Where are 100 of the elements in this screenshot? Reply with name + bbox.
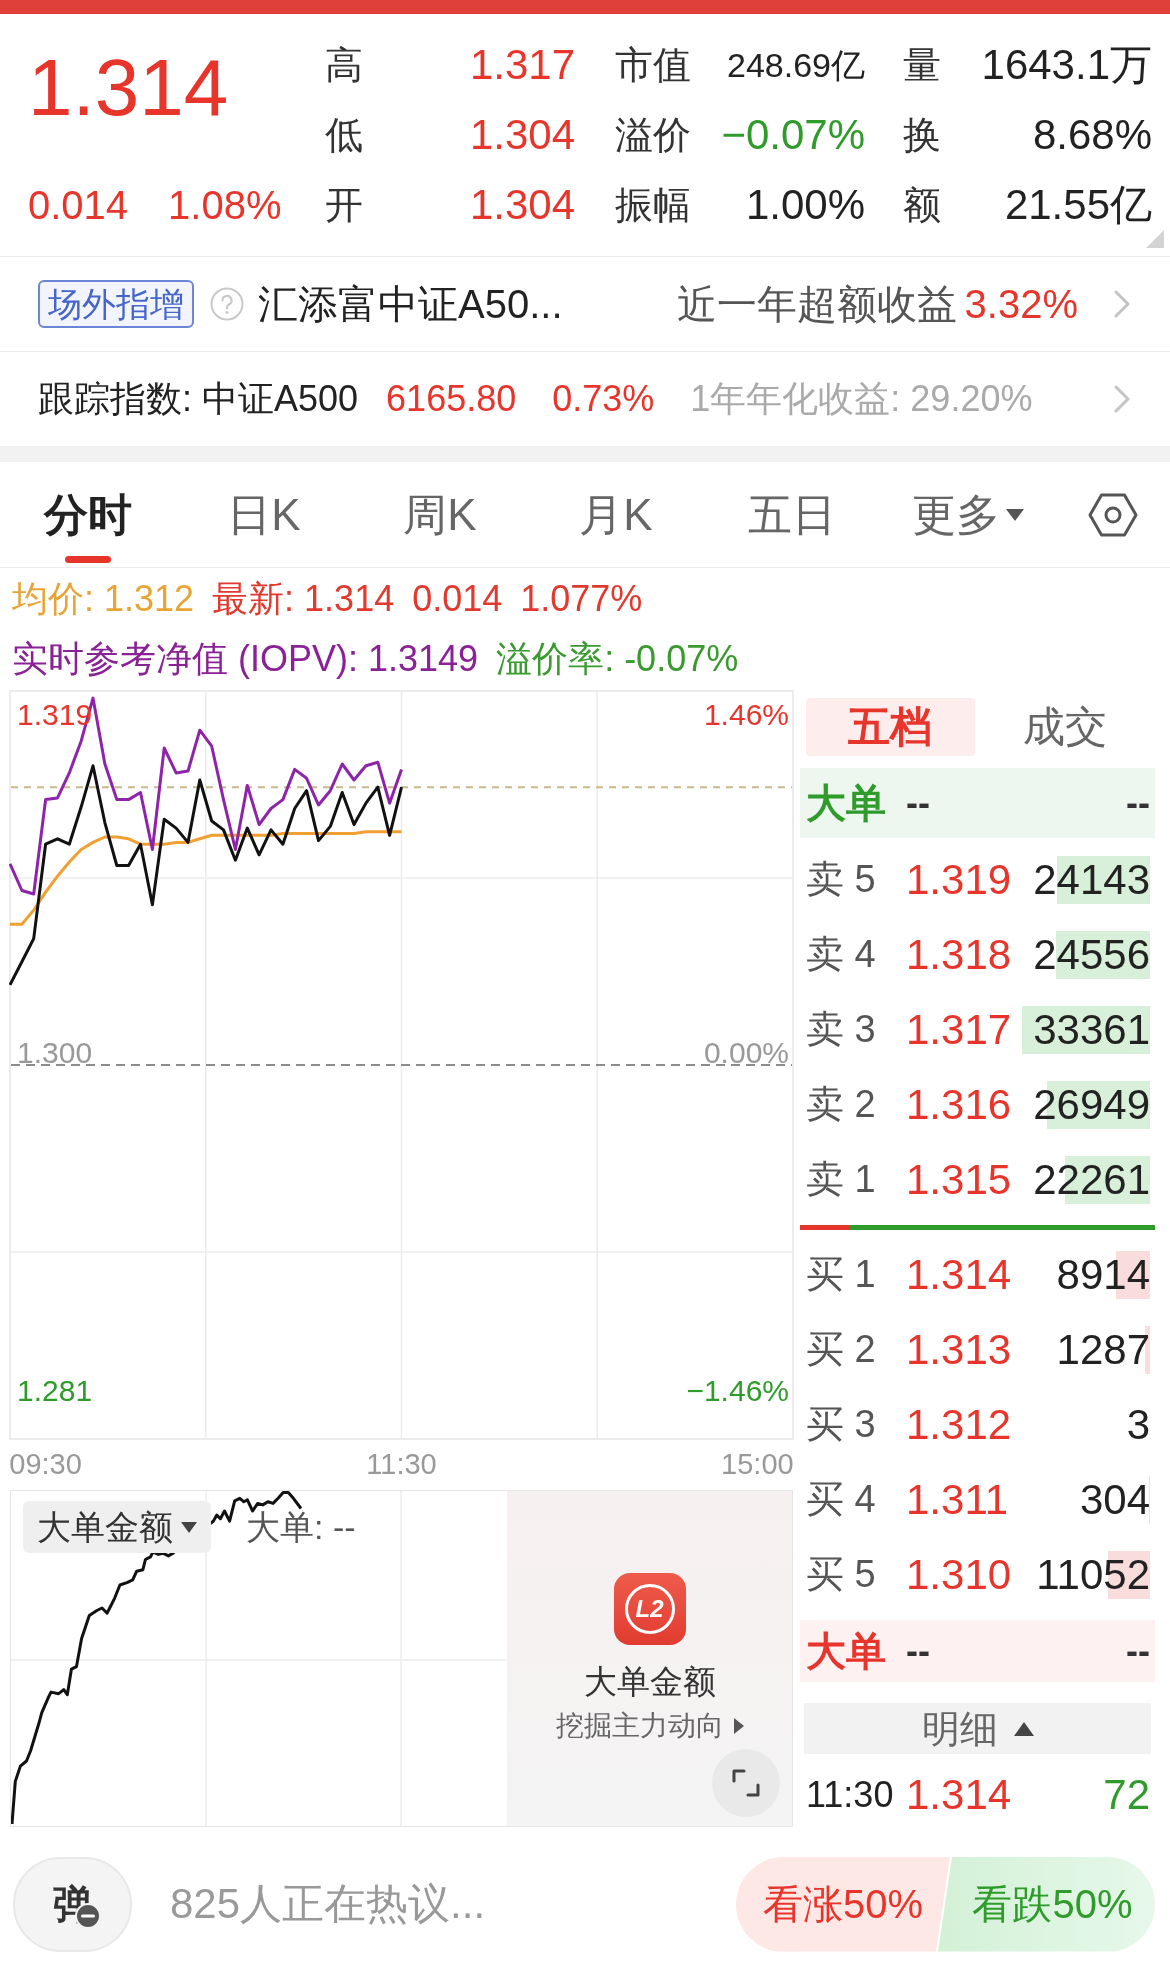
stat-value: 1.00% (745, 184, 865, 226)
trade-price: 1.314 (906, 1774, 1012, 1816)
large-order-amount: -- (1126, 1633, 1150, 1669)
fund-name: 汇添富中证A50... (258, 284, 563, 324)
stat-value: 1.317 (469, 44, 575, 86)
chart-tab[interactable]: 五日 (704, 462, 880, 567)
index-value: 6165.80 (386, 381, 517, 417)
trade-time: 11:30 (806, 1773, 894, 1815)
iopv-value: 实时参考净值 (IOPV): 1.3149 (12, 641, 479, 677)
stat-value: 21.55亿 (1004, 184, 1152, 226)
bullish-vote-button[interactable]: 看涨50% (736, 1856, 950, 1952)
level-label: 买 5 (806, 1553, 876, 1595)
time-label: 11:30 (366, 1448, 437, 1480)
index-change: 0.73% (552, 381, 655, 417)
axis-label: −1.46% (686, 1374, 789, 1408)
annual-return: 1年年化收益: 29.20% (690, 381, 1033, 417)
tracking-index-label: 跟踪指数: 中证A500 (38, 381, 359, 417)
percent-change: 1.08% (168, 185, 282, 225)
excess-return-label: 近一年超额收益 (676, 284, 957, 324)
level-label: 买 3 (806, 1403, 876, 1445)
percent-change: 1.077% (520, 581, 643, 617)
stat-label: 额 (903, 186, 941, 224)
corner-brackets-icon (732, 1769, 760, 1797)
l2-logo: L2 (613, 1573, 686, 1645)
detail-toggle[interactable]: 明细 (804, 1703, 1151, 1754)
selected-tab-indicator (65, 556, 111, 563)
corner-triangle-icon (1146, 230, 1164, 248)
stat-label: 高 (325, 46, 363, 84)
axis-label: 0.00% (703, 1036, 789, 1070)
promo-link[interactable]: 挖掘主力动向 (555, 1712, 744, 1740)
excess-return-value: 3.32% (964, 284, 1078, 324)
promo-title: 大单金额 (583, 1665, 716, 1698)
level-label: 卖 2 (806, 1083, 876, 1125)
chart-tab[interactable]: 周K (352, 462, 528, 567)
latest-price: 最新: 1.314 (212, 581, 395, 617)
level-price: 1.312 (906, 1403, 1012, 1446)
level-label: 买 4 (806, 1478, 876, 1520)
large-order-value: -- (906, 785, 930, 821)
stat-value: 1.304 (469, 114, 575, 156)
triangle-up-icon (1013, 1721, 1034, 1736)
chevron-right-icon (1114, 290, 1130, 318)
stat-label: 量 (903, 46, 941, 84)
price-change: 0.014 (412, 581, 503, 617)
level-label: 卖 3 (806, 1008, 876, 1050)
stat-value: 8.68% (1032, 114, 1152, 156)
indicator-dropdown[interactable]: 大单金额 (23, 1501, 211, 1553)
large-order-label: 大单 (806, 780, 886, 825)
stat-value: 248.69亿 (727, 48, 865, 82)
stat-label: 开 (325, 186, 363, 224)
bearish-vote-button[interactable]: 看跌50% (938, 1856, 1155, 1952)
current-price: 1.314 (28, 48, 229, 128)
stat-label: 溢价 (615, 116, 691, 154)
chart-tab[interactable]: 月K (528, 462, 704, 567)
level-price: 1.318 (906, 933, 1012, 976)
level-price: 1.314 (906, 1253, 1012, 1296)
stat-value: −0.07% (721, 114, 865, 156)
stat-label: 换 (903, 116, 941, 154)
level-label: 买 1 (806, 1253, 876, 1295)
settings-icon[interactable] (1088, 492, 1138, 537)
caret-down-icon (1006, 508, 1024, 521)
order-book-tab[interactable]: 五档 (806, 698, 975, 756)
level-label: 卖 4 (806, 933, 876, 975)
premium-rate: 溢价率: -0.07% (496, 641, 739, 677)
trade-volume: 72 (1103, 1774, 1150, 1816)
chevron-right-icon (1114, 385, 1130, 413)
large-order-reading: 大单: -- (246, 1510, 356, 1544)
level-price: 1.310 (906, 1553, 1012, 1596)
level-price: 1.317 (906, 1008, 1012, 1051)
level-price: 1.316 (906, 1083, 1012, 1126)
level-price: 1.319 (906, 858, 1012, 901)
axis-label: 1.300 (17, 1036, 93, 1070)
level-label: 买 2 (806, 1328, 876, 1370)
stat-label: 振幅 (615, 186, 691, 224)
time-label: 09:30 (9, 1448, 82, 1480)
price-change: 0.014 (28, 185, 129, 225)
more-menu-tab[interactable]: 更多 (880, 462, 1056, 567)
stat-label: 低 (325, 116, 363, 154)
level-price: 1.311 (906, 1478, 1008, 1521)
level-label: 卖 1 (806, 1158, 876, 1200)
level-price: 1.313 (906, 1328, 1012, 1371)
order-book-tab[interactable]: 成交 (980, 698, 1149, 756)
level-label: 卖 5 (806, 858, 876, 900)
stat-value: 1643.1万 (981, 44, 1152, 86)
large-order-amount: -- (1126, 785, 1150, 821)
level-price: 1.315 (906, 1158, 1012, 1201)
stat-label: 市值 (615, 46, 691, 84)
axis-label: 1.281 (17, 1374, 93, 1408)
chart-tab[interactable]: 日K (176, 462, 352, 567)
stat-value: 1.304 (469, 184, 575, 226)
caret-right-icon (733, 1718, 744, 1734)
large-order-label: 大单 (806, 1628, 886, 1673)
large-order-value: -- (906, 1633, 930, 1669)
chart-tab[interactable]: 分时 (0, 462, 176, 567)
volume-cell: 33361 (1020, 1005, 1150, 1054)
fund-tag: 场外指增 (38, 280, 194, 328)
axis-label: 1.46% (703, 697, 789, 731)
time-label: 15:00 (721, 1448, 794, 1480)
average-price: 均价: 1.312 (12, 581, 195, 617)
caret-down-icon (181, 1521, 197, 1533)
help-icon[interactable] (210, 287, 244, 321)
